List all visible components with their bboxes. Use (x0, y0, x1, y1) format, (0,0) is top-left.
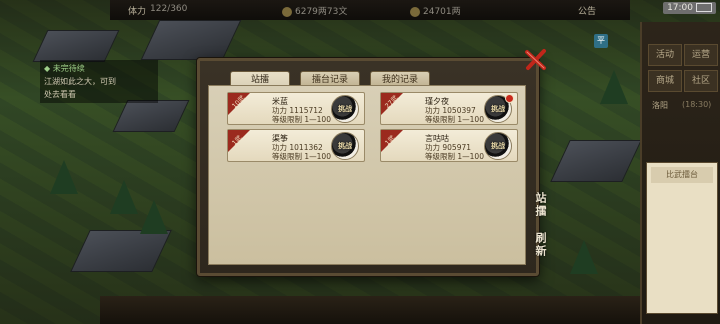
arena-dialog: 站擂 擂台记录 我的记录 10武 米蓝 功力 1115712 等级限制 1—10… (197, 58, 539, 276)
challenge-button[interactable]: 挑战 (484, 132, 512, 160)
right-side-panel: 活动 运营 商城 社区 洛阳 (18:30) 比武擂台 (640, 22, 720, 324)
level-limit: 等级限制 1—100 (425, 152, 484, 161)
gold-coin-icon (410, 6, 420, 17)
operation-button[interactable]: 运营 (684, 44, 718, 66)
leaderboard-button[interactable]: 比武擂台 (651, 167, 713, 183)
building-roof (70, 230, 172, 272)
tree (50, 160, 78, 194)
tree (140, 200, 168, 234)
building-roof (140, 20, 242, 60)
tree (570, 240, 598, 274)
stamina-value: 122/360 (150, 4, 188, 14)
shop-button[interactable]: 商城 (648, 70, 682, 92)
status-clock: 17:00 (663, 2, 716, 14)
stand-arena-button[interactable]: 站擂 (532, 192, 548, 218)
close-icon[interactable] (523, 47, 549, 73)
building-roof (550, 140, 642, 182)
challenge-button[interactable]: 挑战 (331, 95, 359, 123)
community-button[interactable]: 社区 (684, 70, 718, 92)
bottom-menu-bar (100, 296, 640, 324)
arena-list-panel: 10武 米蓝 功力 1115712 等级限制 1—100 挑战 27武 瑾夕夜 … (208, 85, 526, 265)
location-name: 洛阳 (652, 101, 668, 110)
building-roof (112, 100, 190, 132)
arena-card[interactable]: 27武 瑾夕夜 功力 1050397 等级限制 1—100 挑战 (380, 92, 518, 125)
tree (110, 180, 138, 214)
arena-card[interactable]: 1武 言咕咕 功力 905971 等级限制 1—100 挑战 (380, 129, 518, 162)
arena-card[interactable]: 1武 渠筝 功力 1011362 等级限制 1—100 挑战 (227, 129, 365, 162)
quick-action-button[interactable]: 平 (594, 34, 608, 48)
level-limit: 等级限制 1—100 (272, 115, 331, 124)
location-time: (18:30) (682, 100, 712, 109)
leaderboard-box: 比武擂台 (646, 162, 718, 314)
quest-line-1: 江湖如此之大，可到 (44, 77, 116, 86)
quest-title: ◆ 未完待续 (44, 64, 85, 73)
quest-notice[interactable]: ◆ 未完待续 江湖如此之大，可到 处去看看 (40, 60, 158, 103)
activity-button[interactable]: 活动 (648, 44, 682, 66)
challenge-button[interactable]: 挑战 (331, 132, 359, 160)
silver-coin-icon (282, 6, 292, 17)
refresh-button[interactable]: 刷新 (532, 232, 548, 258)
battery-icon (696, 3, 712, 12)
stamina-label: 体力 (128, 7, 147, 17)
copper-amount: 24701两 (410, 4, 461, 17)
arena-card[interactable]: 10武 米蓝 功力 1115712 等级限制 1—100 挑战 (227, 92, 365, 125)
building-roof (32, 30, 120, 62)
quest-line-2: 处去看看 (44, 90, 76, 99)
level-limit: 等级限制 1—100 (272, 152, 331, 161)
top-resource-bar: 体力 122/360 6279两73文 24701两 公告 (110, 0, 630, 20)
silver-amount: 6279两73文 (282, 4, 347, 17)
notification-dot (505, 94, 514, 103)
announcement-button[interactable]: 公告 (578, 4, 596, 17)
tree (600, 70, 628, 104)
level-limit: 等级限制 1—100 (425, 115, 484, 124)
